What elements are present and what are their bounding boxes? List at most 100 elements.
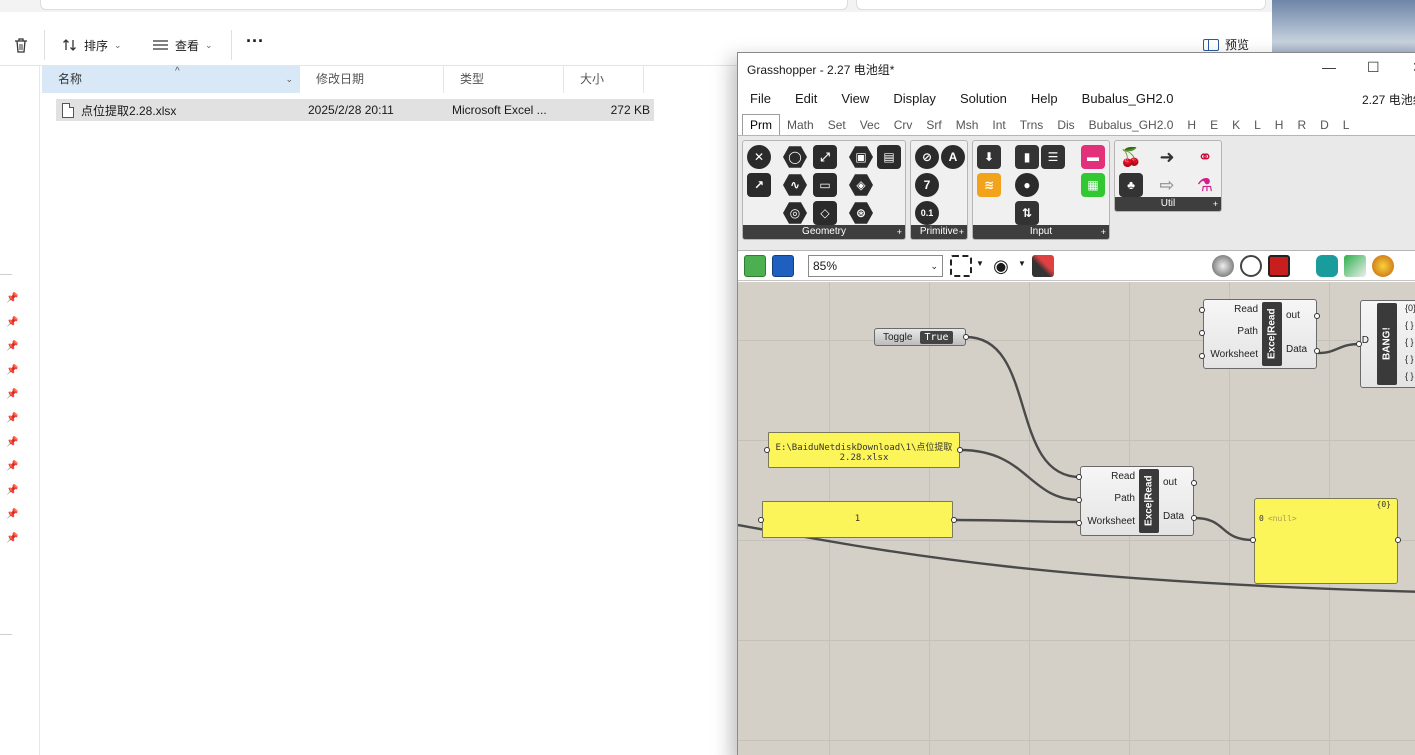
- view-button[interactable]: 查看 ⌄: [152, 34, 213, 56]
- pills-icon[interactable]: ⚭: [1193, 145, 1217, 169]
- param-brep-icon[interactable]: ▤: [877, 145, 901, 169]
- menu-edit[interactable]: Edit: [783, 91, 829, 106]
- input-path[interactable]: Path: [1079, 493, 1135, 504]
- tab-trns[interactable]: Trns: [1013, 115, 1051, 135]
- param-mesh-icon[interactable]: ⊛: [849, 202, 873, 224]
- input-grip[interactable]: [1199, 353, 1205, 359]
- output-branch[interactable]: { }: [1405, 320, 1414, 330]
- pin-icon[interactable]: 📌: [6, 413, 18, 424]
- input-grip[interactable]: [1076, 474, 1082, 480]
- tab-msh[interactable]: Msh: [949, 115, 986, 135]
- excel-read-component-2[interactable]: Read Path Worksheet Exce|Read out Data: [1203, 299, 1317, 369]
- tab-l2[interactable]: L: [1336, 115, 1357, 135]
- menu-solution[interactable]: Solution: [948, 91, 1019, 106]
- expand-icon[interactable]: +: [1213, 197, 1218, 211]
- column-header-size[interactable]: 大小: [564, 66, 644, 93]
- gh-document-name[interactable]: 2.27 电池组: [1362, 91, 1415, 108]
- output-branch[interactable]: { }: [1405, 371, 1414, 381]
- param-vector-icon[interactable]: ↗: [747, 173, 771, 197]
- tab-int[interactable]: Int: [985, 115, 1012, 135]
- tab-r[interactable]: R: [1290, 115, 1313, 135]
- toggle-value[interactable]: True: [920, 330, 953, 344]
- menu-view[interactable]: View: [829, 91, 881, 106]
- input-read[interactable]: Read: [1202, 304, 1258, 315]
- tab-set[interactable]: Set: [821, 115, 853, 135]
- minimize-button[interactable]: —: [1322, 59, 1336, 75]
- input-path[interactable]: Path: [1202, 326, 1258, 337]
- column-header-name[interactable]: ^ 名称 ⌄: [42, 66, 300, 93]
- delete-button[interactable]: [12, 34, 30, 56]
- input-grip[interactable]: [758, 517, 764, 523]
- tab-srf[interactable]: Srf: [919, 115, 948, 135]
- flask-icon[interactable]: ⚗: [1193, 173, 1217, 197]
- tab-h2[interactable]: H: [1268, 115, 1291, 135]
- param-surface-icon[interactable]: ◈: [849, 174, 873, 196]
- output-grip[interactable]: [963, 334, 969, 340]
- expand-icon[interactable]: +: [959, 225, 964, 239]
- bang-component[interactable]: D BANG! {0} { } { } { } { }: [1360, 300, 1415, 388]
- pin-icon[interactable]: 📌: [6, 293, 18, 304]
- pin-icon[interactable]: 📌: [6, 365, 18, 376]
- tab-l[interactable]: L: [1247, 115, 1268, 135]
- preview-wire-icon[interactable]: [1240, 255, 1262, 277]
- toggle-icon[interactable]: ▮: [1015, 145, 1039, 169]
- more-options-button[interactable]: ···: [246, 30, 264, 52]
- chevron-down-icon[interactable]: ▼: [976, 259, 984, 268]
- zoom-select[interactable]: 85% ⌄: [808, 255, 943, 277]
- input-grip[interactable]: [1199, 307, 1205, 313]
- expand-icon[interactable]: +: [897, 225, 902, 239]
- output-out[interactable]: out: [1163, 477, 1177, 488]
- param-rectangle-icon[interactable]: ▭: [813, 173, 837, 197]
- output-data[interactable]: Data: [1163, 511, 1184, 522]
- expand-icon[interactable]: +: [1101, 225, 1106, 239]
- param-boolean-icon[interactable]: ⊘: [915, 145, 939, 169]
- gradient-icon[interactable]: ▦: [1081, 173, 1105, 197]
- boolean-toggle[interactable]: Toggle True: [874, 328, 966, 346]
- tab-math[interactable]: Math: [780, 115, 821, 135]
- input-grip[interactable]: [1250, 537, 1256, 543]
- tab-crv[interactable]: Crv: [887, 115, 920, 135]
- output-branch[interactable]: { }: [1405, 337, 1414, 347]
- column-header-type[interactable]: 类型: [444, 66, 564, 93]
- param-line-icon[interactable]: ⤢: [813, 145, 837, 169]
- tab-vec[interactable]: Vec: [853, 115, 887, 135]
- gh-canvas[interactable]: Toggle True E:\BaiduNetdiskDownload\1\点位…: [738, 282, 1415, 755]
- graph-mapper-icon[interactable]: ≋: [977, 173, 1001, 197]
- input-worksheet[interactable]: Worksheet: [1079, 516, 1135, 527]
- file-row[interactable]: 点位提取2.28.xlsx 2025/2/28 20:11 Microsoft …: [56, 99, 654, 121]
- excel-read-component[interactable]: Read Path Worksheet Exce|Read out Data: [1080, 466, 1194, 536]
- menu-file[interactable]: File: [738, 91, 783, 106]
- pin-icon[interactable]: 📌: [6, 509, 18, 520]
- pin-icon[interactable]: 📌: [6, 461, 18, 472]
- output-branch[interactable]: {0}: [1405, 303, 1415, 313]
- tree-icon[interactable]: ♣: [1119, 173, 1143, 197]
- arrow-right-icon[interactable]: ➜: [1155, 145, 1179, 169]
- pin-icon[interactable]: 📌: [6, 437, 18, 448]
- chevron-down-icon[interactable]: ▼: [1018, 259, 1026, 268]
- preview-mesh-icon[interactable]: [1344, 255, 1366, 277]
- preview-pane-button[interactable]: 预览: [1203, 36, 1249, 53]
- param-point-icon[interactable]: ✕: [747, 145, 771, 169]
- zoom-extents-icon[interactable]: [950, 255, 972, 277]
- param-text-icon[interactable]: A: [941, 145, 965, 169]
- output-data[interactable]: Data: [1286, 344, 1307, 355]
- data-panel[interactable]: {0} 0 <null>: [1254, 498, 1398, 584]
- pin-icon[interactable]: 📌: [6, 317, 18, 328]
- open-file-icon[interactable]: [744, 255, 766, 277]
- input-grip[interactable]: [764, 447, 770, 453]
- arrow-outline-icon[interactable]: ⇨: [1155, 173, 1179, 197]
- input-grip[interactable]: [1076, 520, 1082, 526]
- input-grip[interactable]: [1199, 330, 1205, 336]
- pin-icon[interactable]: 📌: [6, 533, 18, 544]
- value-list-icon[interactable]: ☰: [1041, 145, 1065, 169]
- output-grip[interactable]: [957, 447, 963, 453]
- output-out[interactable]: out: [1286, 310, 1300, 321]
- output-grip[interactable]: [1191, 480, 1197, 486]
- menu-display[interactable]: Display: [881, 91, 948, 106]
- input-grip[interactable]: [1076, 497, 1082, 503]
- tab-prm[interactable]: Prm: [742, 114, 780, 135]
- data-input-icon[interactable]: ⬇: [977, 145, 1001, 169]
- preview-shaded-icon[interactable]: [1212, 255, 1234, 277]
- param-circle-icon[interactable]: ◯: [783, 146, 807, 168]
- material-icon[interactable]: [1372, 255, 1394, 277]
